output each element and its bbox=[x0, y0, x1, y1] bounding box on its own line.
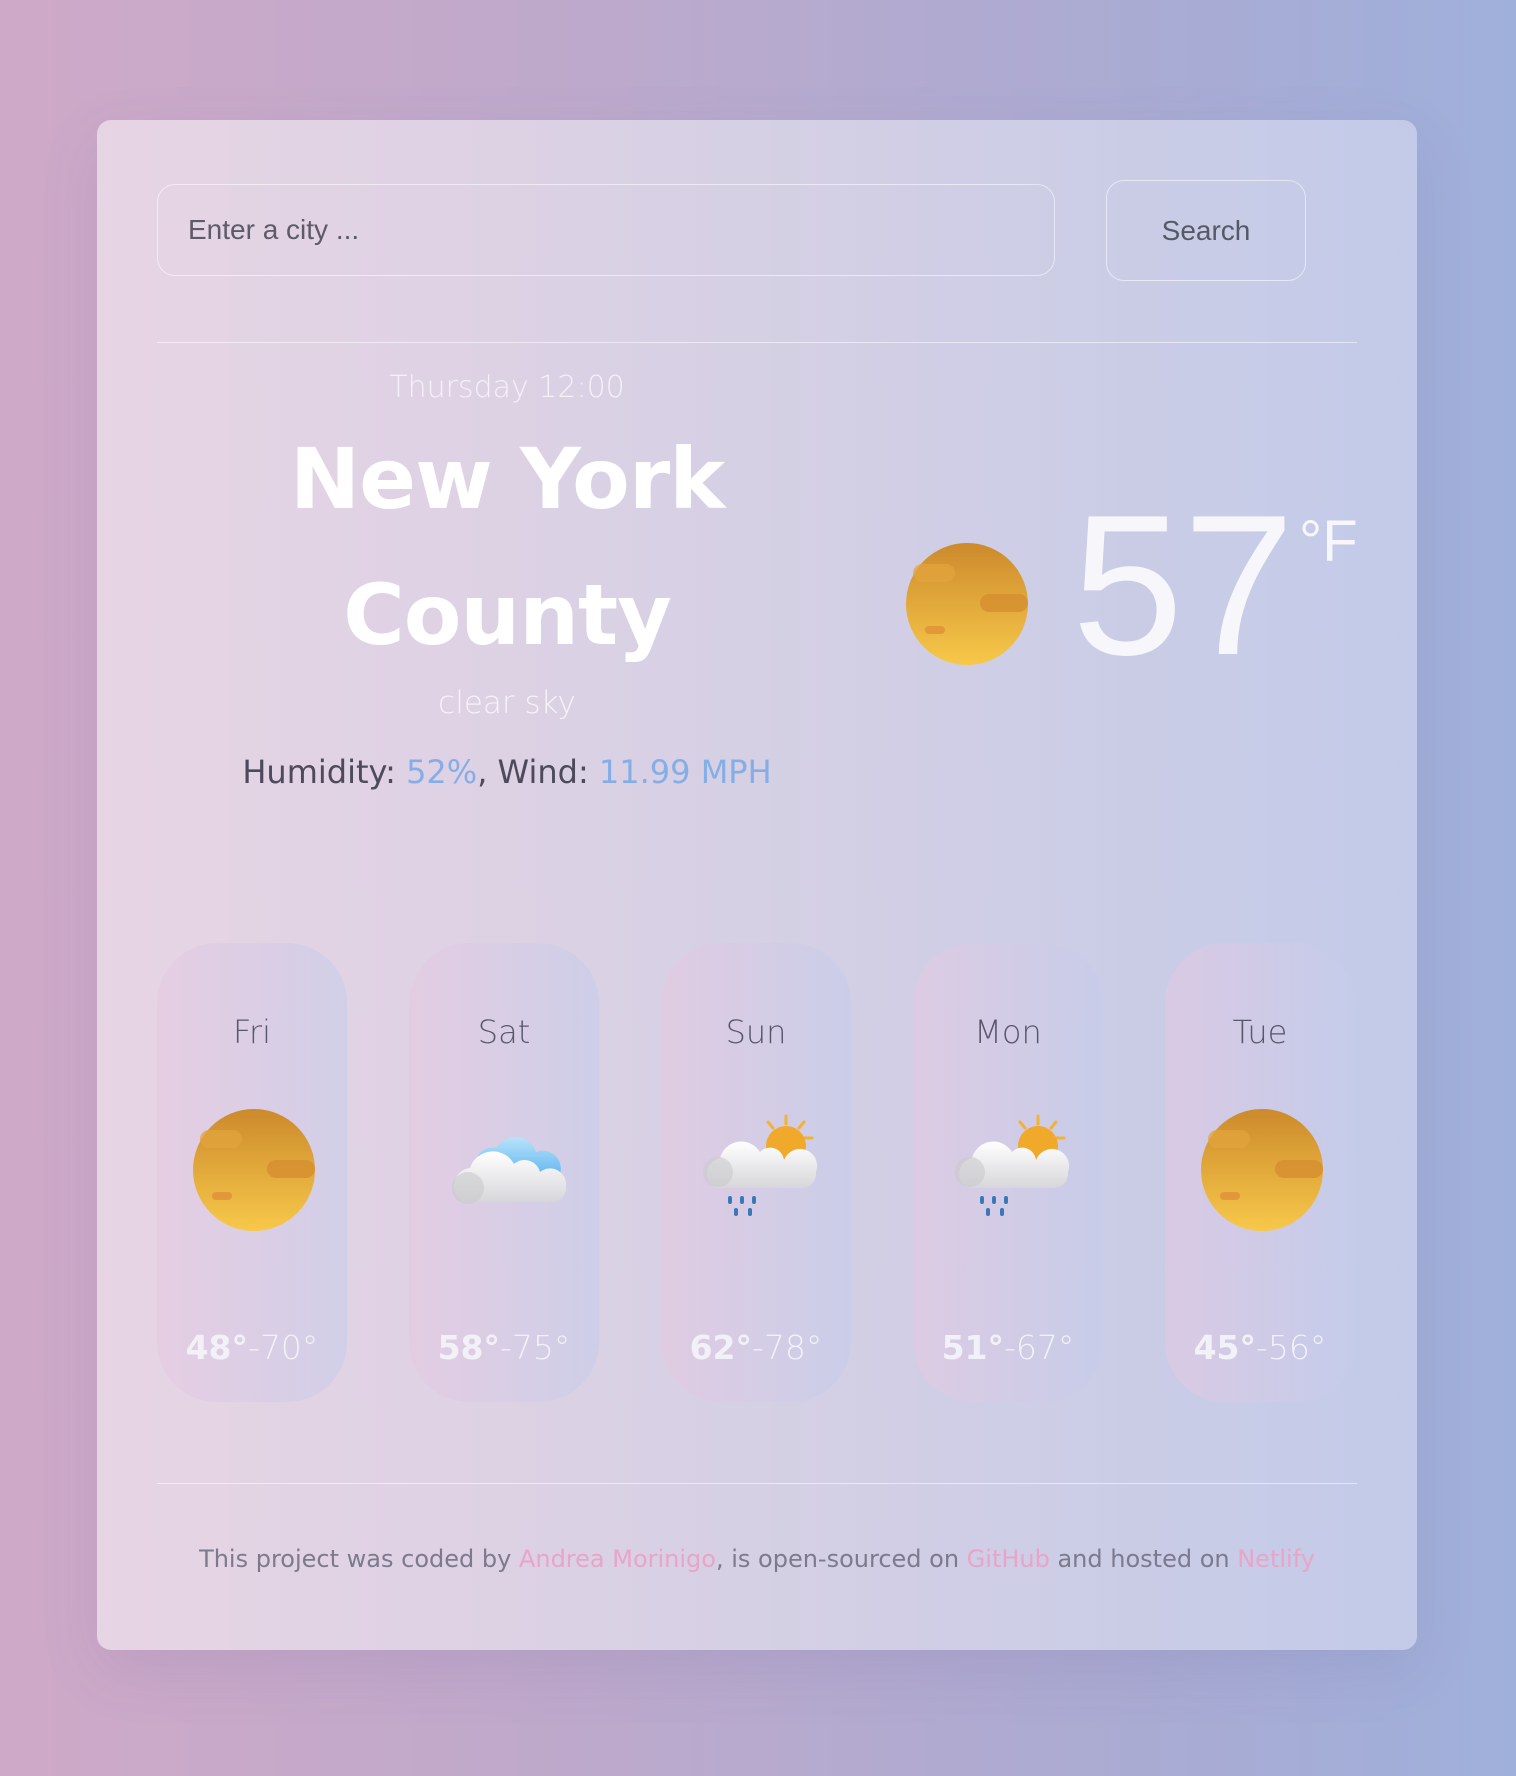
forecast-min: -70° bbox=[248, 1328, 319, 1367]
github-link[interactable]: GitHub bbox=[967, 1545, 1050, 1573]
forecast-card-mon: Mon 51°-67° bbox=[913, 943, 1103, 1402]
forecast-card-fri: Fri 48°-70° bbox=[157, 943, 347, 1402]
forecast-temps: 48°-70° bbox=[157, 1328, 347, 1367]
cloud-icon bbox=[452, 1136, 567, 1204]
forecast-temps: 51°-67° bbox=[913, 1328, 1103, 1367]
forecast-card-tue: Tue 45°-56° bbox=[1165, 943, 1355, 1402]
humidity-label: Humidity: bbox=[242, 753, 407, 791]
forecast-day: Tue bbox=[1232, 1013, 1288, 1051]
footer-text: and hosted on bbox=[1049, 1545, 1238, 1573]
forecast-temps: 45°-56° bbox=[1165, 1328, 1355, 1367]
forecast-max: 51° bbox=[941, 1328, 1005, 1367]
weather-card: Search Thursday 12:00 New York County cl… bbox=[97, 120, 1417, 1650]
footer-text: , is open-sourced on bbox=[715, 1545, 967, 1573]
forecast-day: Mon bbox=[974, 1013, 1042, 1051]
wind-label: , Wind: bbox=[477, 753, 599, 791]
forecast-temps: 62°-78° bbox=[661, 1328, 851, 1367]
forecast-max: 48° bbox=[185, 1328, 249, 1367]
footer-text: This project was coded by bbox=[199, 1545, 519, 1573]
current-weather: Thursday 12:00 New York County clear sky… bbox=[157, 340, 857, 791]
search-button[interactable]: Search bbox=[1106, 180, 1306, 281]
wind-value: 11.99 MPH bbox=[598, 753, 772, 791]
current-daytime: Thursday 12:00 bbox=[389, 370, 625, 405]
forecast-max: 45° bbox=[1193, 1328, 1257, 1367]
bottom-divider bbox=[157, 1483, 1357, 1484]
search-input[interactable] bbox=[157, 184, 1055, 276]
netlify-link[interactable]: Netlify bbox=[1237, 1545, 1315, 1573]
temperature-unit[interactable]: °F bbox=[1299, 508, 1358, 575]
author-link[interactable]: Andrea Morinigo bbox=[519, 1545, 716, 1573]
forecast-min: -67° bbox=[1004, 1328, 1075, 1367]
rain-sun-cloud-icon bbox=[955, 1114, 1070, 1216]
forecast-min: -78° bbox=[752, 1328, 823, 1367]
footer: This project was coded by Andrea Morinig… bbox=[157, 1545, 1357, 1573]
sun-icon bbox=[1201, 1109, 1323, 1231]
sun-icon bbox=[906, 543, 1028, 665]
forecast-day: Sat bbox=[477, 1013, 531, 1051]
forecast-max: 62° bbox=[689, 1328, 753, 1367]
weather-details: Humidity: 52%, Wind: 11.99 MPH bbox=[157, 753, 857, 791]
forecast-max: 58° bbox=[437, 1328, 501, 1367]
city-name: New York County bbox=[157, 411, 857, 683]
current-temperature: 57 bbox=[1072, 474, 1295, 697]
forecast-card-sat: Sat 58°-75° bbox=[409, 943, 599, 1402]
weather-description: clear sky bbox=[438, 685, 576, 721]
forecast-day: Sun bbox=[725, 1013, 787, 1051]
city-name-line2: County bbox=[343, 566, 672, 664]
forecast-card-sun: Sun 62°-78° bbox=[661, 943, 851, 1402]
forecast-min: -56° bbox=[1256, 1328, 1327, 1367]
forecast-temps: 58°-75° bbox=[409, 1328, 599, 1367]
humidity-value: 52% bbox=[406, 753, 478, 791]
forecast-min: -75° bbox=[500, 1328, 571, 1367]
rain-sun-cloud-icon bbox=[703, 1114, 818, 1216]
sun-icon bbox=[193, 1109, 315, 1231]
city-name-line1: New York bbox=[289, 430, 725, 528]
forecast-day: Fri bbox=[232, 1013, 272, 1051]
